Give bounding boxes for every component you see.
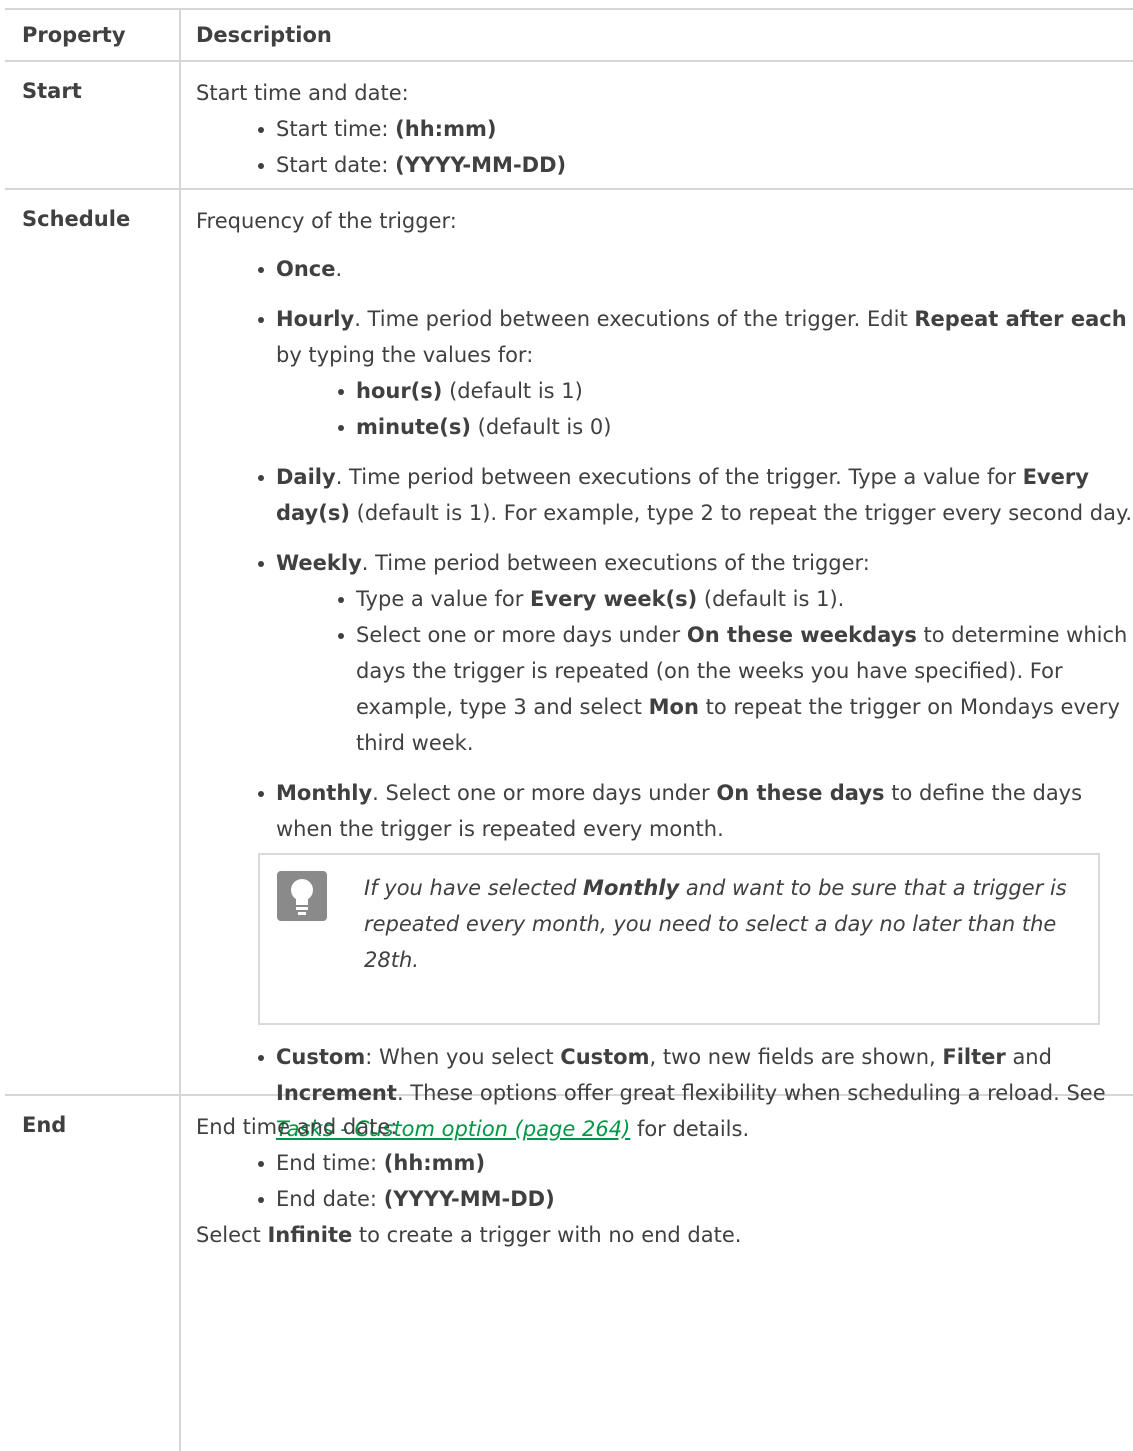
start-list: Start time: (hh:mm) Start date: (YYYY-MM… bbox=[196, 111, 1133, 183]
table-header-row: Property Description bbox=[5, 8, 1133, 62]
list-item: Start time: (hh:mm) bbox=[196, 111, 1133, 147]
description-start: Start time and date: Start time: (hh:mm)… bbox=[181, 62, 1133, 188]
tip-text: If you have selected Monthly and want to… bbox=[364, 876, 1067, 972]
list-item: Select one or more days under On these w… bbox=[276, 617, 1133, 761]
list-item: End date: (YYYY-MM-DD) bbox=[196, 1181, 1133, 1217]
weekly-sub-list: Type a value for Every week(s) (default … bbox=[276, 581, 1133, 761]
list-item: Start date: (YYYY-MM-DD) bbox=[196, 147, 1133, 183]
header-property: Property bbox=[5, 10, 181, 60]
property-start: Start bbox=[5, 62, 181, 188]
tip-note: If you have selected Monthly and want to… bbox=[258, 853, 1100, 1025]
property-end: End bbox=[5, 1096, 181, 1451]
list-item-hourly: Hourly. Time period between executions o… bbox=[196, 301, 1133, 445]
table-row-start: Start Start time and date: Start time: (… bbox=[5, 62, 1133, 190]
start-intro: Start time and date: bbox=[196, 81, 409, 105]
end-intro: End time and date: bbox=[196, 1115, 398, 1139]
property-schedule: Schedule bbox=[5, 190, 181, 1094]
list-item-monthly: Monthly. Select one or more days under O… bbox=[196, 775, 1133, 847]
description-end: End time and date: End time: (hh:mm) End… bbox=[181, 1096, 1133, 1451]
end-outro: Select Infinite to create a trigger with… bbox=[196, 1223, 742, 1247]
schedule-intro: Frequency of the trigger: bbox=[196, 209, 457, 233]
list-item-once: Once. bbox=[196, 251, 1133, 287]
table-row-end: End End time and date: End time: (hh:mm)… bbox=[5, 1096, 1133, 1451]
list-item: End time: (hh:mm) bbox=[196, 1145, 1133, 1181]
list-item: hour(s) (default is 1) bbox=[276, 373, 1133, 409]
schedule-list: Once. Hourly. Time period between execut… bbox=[196, 251, 1133, 847]
list-item: minute(s) (default is 0) bbox=[276, 409, 1133, 445]
property-table: Property Description Start Start time an… bbox=[5, 8, 1133, 1451]
list-item-daily: Daily. Time period between executions of… bbox=[196, 459, 1133, 531]
lightbulb-icon bbox=[277, 871, 327, 921]
list-item-weekly: Weekly. Time period between executions o… bbox=[196, 545, 1133, 761]
header-description: Description bbox=[196, 23, 332, 47]
end-list: End time: (hh:mm) End date: (YYYY-MM-DD) bbox=[196, 1145, 1133, 1217]
hourly-sub-list: hour(s) (default is 1) minute(s) (defaul… bbox=[276, 373, 1133, 445]
description-schedule: Frequency of the trigger: Once. Hourly. … bbox=[181, 190, 1133, 1141]
table-row-schedule: Schedule Frequency of the trigger: Once.… bbox=[5, 190, 1133, 1141]
list-item: Type a value for Every week(s) (default … bbox=[276, 581, 1133, 617]
